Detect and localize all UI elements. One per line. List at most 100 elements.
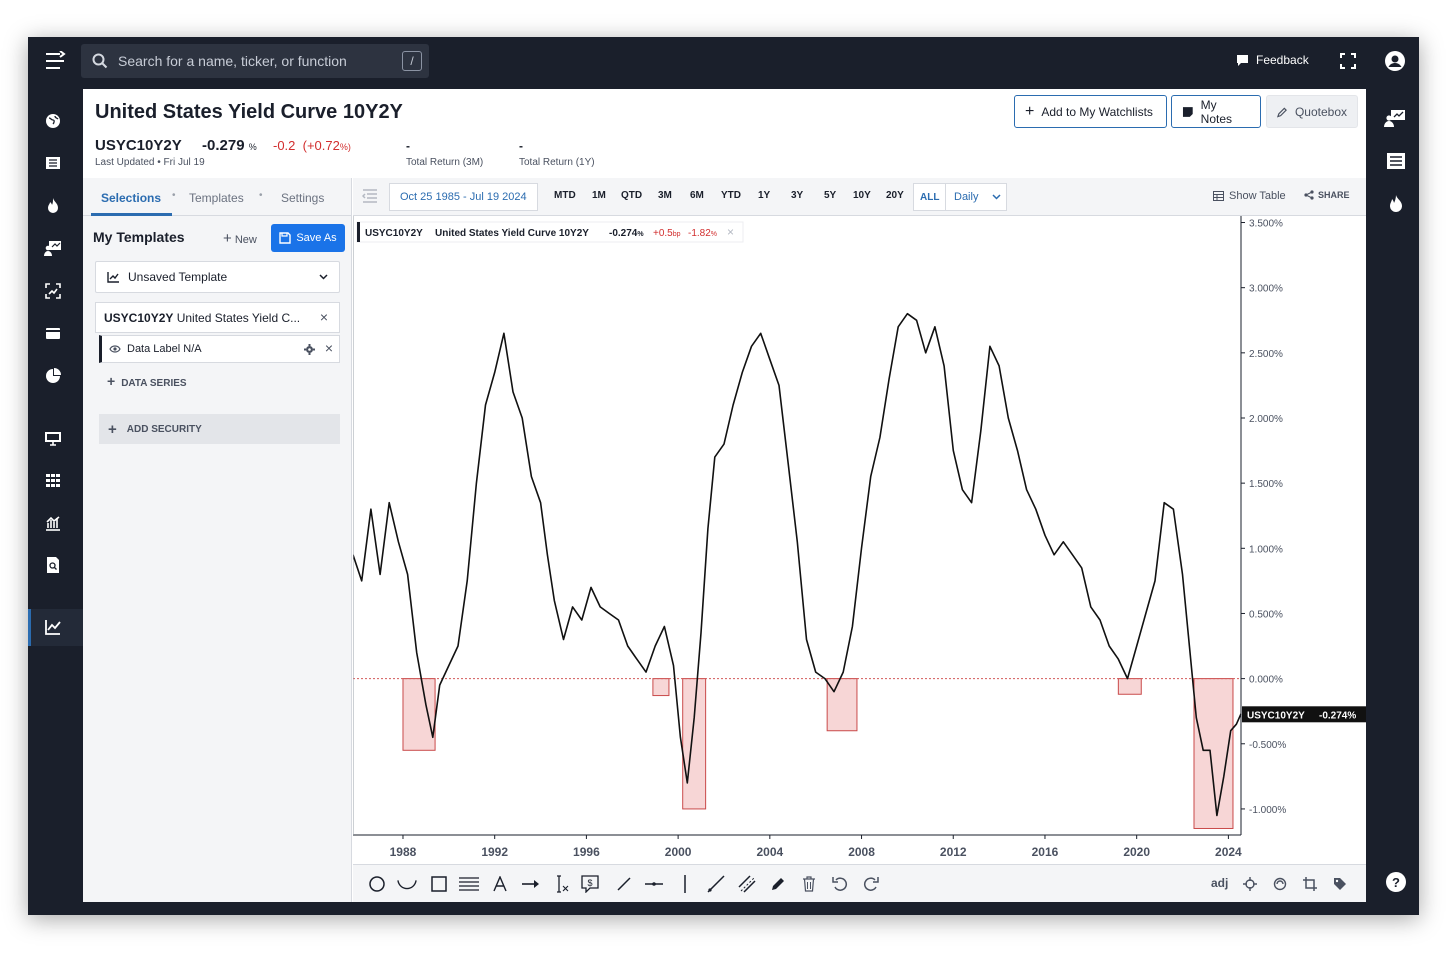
timeframe-3m[interactable]: 3M [658,190,672,201]
timeframe-5y[interactable]: 5Y [824,190,836,201]
timeframe-10y[interactable]: 10Y [853,190,871,201]
collapse-panel-icon[interactable] [362,189,378,203]
tab-separator: • [259,190,263,201]
redo-icon[interactable] [861,874,881,894]
add-to-watchlists-button[interactable]: + Add to My Watchlists [1014,95,1167,128]
fullscreen-icon[interactable] [1340,53,1356,74]
presentation-icon[interactable] [1383,106,1407,130]
search-icon [92,53,108,69]
y-tick-label: 2.000% [1249,414,1283,425]
vertical-line-tool-icon[interactable] [675,874,695,894]
monitor-icon[interactable] [42,427,64,449]
timeframe-qtd[interactable]: QTD [621,190,642,201]
bar-chart-icon[interactable] [42,512,64,534]
presentation-icon[interactable] [42,237,64,259]
timeframe-1m[interactable]: 1M [592,190,606,201]
close-icon[interactable]: × [320,309,328,325]
series-legend[interactable]: USYC10Y2Y United States Yield Curve 10Y2… [356,221,744,243]
document-search-icon[interactable] [42,554,64,576]
legend-value-number: -0.274 [609,228,638,239]
new-template-label: New [234,234,257,246]
quotebox-button[interactable]: Quotebox [1266,95,1358,128]
interval-select[interactable]: Daily [945,183,1007,211]
ticker-symbol: USYC10Y2Y [95,137,182,154]
plus-icon: + [108,420,117,438]
tab-templates[interactable]: Templates [189,191,244,205]
feedback-button[interactable]: Feedback [1236,53,1309,67]
fire-icon[interactable] [1384,192,1408,216]
share-button[interactable]: SHARE [1304,190,1350,200]
timeframe-20y[interactable]: 20Y [886,190,904,201]
pie-chart-icon[interactable] [42,365,64,387]
screener-icon[interactable] [42,280,64,302]
timeframe-6m[interactable]: 6M [690,190,704,201]
security-row[interactable]: USYC10Y2Y United States Yield C... × [95,302,340,333]
yield-curve-chart[interactable]: 3.500% 3.000% 2.500% 2.000% 1.500% 1.000% 0.50… [353,216,1366,862]
new-template-button[interactable]: + New [223,230,257,247]
legend-close-icon[interactable]: × [727,225,734,239]
timeframe-1y[interactable]: 1Y [758,190,770,201]
news-icon[interactable] [1384,149,1408,173]
user-avatar-icon[interactable] [1385,51,1405,76]
timeframe-ytd[interactable]: YTD [721,190,741,201]
circle-tool-icon[interactable] [367,874,387,894]
text-cursor-tool-icon[interactable] [552,874,572,894]
x-tick-label: 2024 [1215,845,1242,859]
help-icon[interactable]: ? [1384,870,1408,894]
magnet-icon[interactable] [1270,874,1290,894]
globe-icon[interactable] [42,110,64,132]
crop-icon[interactable] [1300,874,1320,894]
lines-tool-icon[interactable] [459,874,479,894]
data-label-text: Data Label N/A [127,343,202,355]
tab-selections[interactable]: Selections [101,191,161,205]
tab-settings[interactable]: Settings [281,191,324,205]
timeframe-3y[interactable]: 3Y [791,190,803,201]
arrow-tool-icon[interactable] [521,874,541,894]
show-table-button[interactable]: Show Table [1213,190,1286,202]
add-security-button[interactable]: + ADD SECURITY [99,414,340,444]
timeframe-mtd[interactable]: MTD [554,190,576,201]
timeframe-all[interactable]: ALL [913,183,947,211]
text-tool-icon[interactable] [490,874,510,894]
my-notes-button[interactable]: My Notes [1171,95,1261,128]
add-data-series-button[interactable]: + DATA SERIES [107,373,187,389]
x-tick-label: 2000 [665,845,692,859]
eye-icon[interactable] [109,344,121,354]
pencil-tool-icon[interactable] [768,874,788,894]
wallet-icon[interactable] [42,322,64,344]
crosshair-icon[interactable] [1240,874,1260,894]
horizontal-line-tool-icon[interactable] [644,874,664,894]
total-return-3m-label: Total Return (3M) [406,157,484,168]
y-tick-label: 1.500% [1249,479,1283,490]
line-chart-icon[interactable] [42,616,64,638]
data-label-row[interactable]: Data Label N/A × [99,335,340,363]
pencil-icon [1277,107,1287,117]
parallel-channel-tool-icon[interactable] [737,874,757,894]
rectangle-tool-icon[interactable] [429,874,449,894]
ray-tool-icon[interactable] [706,874,726,894]
close-icon[interactable]: × [325,340,333,356]
trash-icon[interactable] [799,874,819,894]
change-pct: (+0.72 [302,138,340,153]
note-icon [1182,106,1193,117]
chevron-down-icon [319,274,328,280]
news-icon[interactable] [42,152,64,174]
arc-tool-icon[interactable] [397,874,417,894]
date-range-picker[interactable]: Oct 25 1985 - Jul 19 2024 [389,183,538,211]
gear-icon[interactable] [304,344,315,355]
fire-icon[interactable] [42,195,64,217]
total-return-1y: - Total Return (1Y) [519,139,595,168]
security-symbol: USYC10Y2Y [104,310,174,325]
search-box[interactable]: Search for a name, ticker, or function / [81,44,429,78]
undo-icon[interactable] [830,874,850,894]
callout-tool-icon[interactable]: $ [580,874,600,894]
save-as-button[interactable]: Save As [271,224,345,252]
line-tool-icon[interactable] [614,874,634,894]
y-tick-label: -0.500% [1249,740,1286,751]
adjusted-toggle[interactable]: adj [1211,876,1228,890]
template-select[interactable]: Unsaved Template [95,261,340,293]
tag-icon[interactable] [1330,874,1350,894]
menu-collapse-icon[interactable] [44,50,66,71]
grid-icon[interactable] [42,469,64,491]
search-input[interactable]: Search for a name, ticker, or function [118,53,347,69]
